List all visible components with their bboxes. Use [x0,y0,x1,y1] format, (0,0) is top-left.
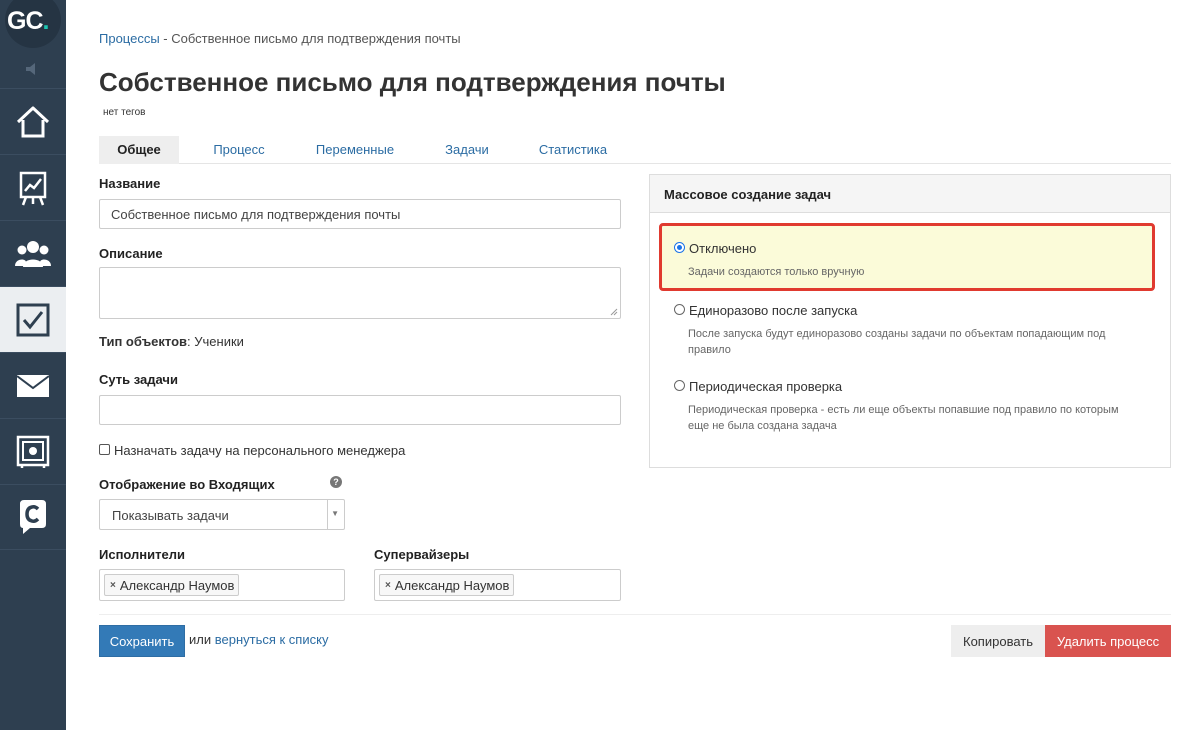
tab-statistics[interactable]: Статистика [533,136,613,164]
inbox-display-value: Показывать задачи [112,508,229,523]
tab-tasks[interactable]: Задачи [436,136,498,164]
safe-icon [16,435,50,468]
help-icon[interactable]: ? [330,476,342,488]
back-to-list-link[interactable]: вернуться к списку [215,632,329,647]
executors-input[interactable]: × Александр Наумов [99,569,345,601]
assign-manager-checkbox[interactable] [99,444,110,455]
logo-text: GC. [7,7,49,35]
breadcrumb-separator: - [159,31,172,46]
logo[interactable]: GC. [0,0,66,50]
chevron-down-icon: ▼ [331,509,339,518]
tab-general[interactable]: Общее [99,136,179,164]
option-disabled-desc: Задачи создаются только вручную [688,266,865,278]
checkbox-icon [16,303,50,336]
chart-board-icon [19,171,47,205]
object-type-label: Тип объектов [99,334,188,349]
panel-title: Массовое создание задач [664,187,832,202]
home-icon [16,106,50,137]
radio-disabled[interactable] [674,242,685,253]
object-type-value: : Ученики [187,334,244,349]
sidebar-item-home[interactable] [0,88,66,154]
resize-grip-icon[interactable] [610,308,618,316]
radio-periodic-check[interactable] [674,380,685,391]
radio-once-after-launch[interactable] [674,304,685,315]
inbox-display-select[interactable]: Показывать задачи ▼ [99,499,345,530]
or-back-row: или вернуться к списку [189,632,328,647]
option-periodic-label[interactable]: Периодическая проверка [689,379,842,394]
sound-icon[interactable] [0,55,66,83]
mass-task-creation-panel: Массовое создание задач Отключено Задачи… [649,174,1171,468]
remove-tag-icon[interactable]: × [385,580,391,591]
option-once-label[interactable]: Единоразово после запуска [689,303,857,318]
sidebar-item-safe[interactable] [0,418,66,484]
inbox-display-label: Отображение во Входящих [99,477,275,492]
supervisors-label: Супервайзеры [374,547,470,562]
page-title: Собственное письмо для подтверждения поч… [99,67,726,97]
tab-variables[interactable]: Переменные [305,136,405,164]
panel-header: Массовое создание задач [650,175,1170,213]
tab-bar: Общее Процесс Переменные Задачи Статисти… [99,136,1171,164]
description-label: Описание [99,246,163,261]
name-input[interactable]: Собственное письмо для подтверждения поч… [99,199,621,229]
description-textarea[interactable] [99,267,621,319]
option-disabled-label[interactable]: Отключено [689,241,756,256]
sidebar-item-tasks[interactable] [0,286,66,352]
name-input-value: Собственное письмо для подтверждения поч… [111,206,401,222]
breadcrumb-current: Собственное письмо для подтверждения поч… [171,31,461,46]
or-text: или [189,632,212,647]
remove-tag-icon[interactable]: × [110,580,116,591]
option-periodic-desc: Периодическая проверка - есть ли еще объ… [688,404,1119,432]
supervisor-tag-label: Александр Наумов [394,577,510,593]
object-type-row: Тип объектов: Ученики [99,334,244,349]
highlight-box [659,223,1155,291]
option-once-desc: После запуска будут единоразово созданы … [688,328,1106,356]
mail-icon [16,374,50,397]
copy-button[interactable]: Копировать [951,625,1045,657]
sidebar-item-mail[interactable] [0,352,66,418]
main-content: Процессы - Собственное письмо для подтве… [99,0,1171,730]
executors-label: Исполнители [99,547,185,562]
delete-process-button[interactable]: Удалить процесс [1045,625,1171,657]
users-icon [15,240,51,267]
form-divider [99,614,1171,615]
sidebar-item-users[interactable] [0,220,66,286]
breadcrumb-link-processes[interactable]: Процессы [99,31,160,46]
executor-tag: × Александр Наумов [104,574,240,596]
chat-c-icon [20,500,46,534]
name-label: Название [99,176,161,191]
sidebar: GC. [0,0,66,730]
task-essence-input[interactable] [99,395,621,425]
supervisors-input[interactable]: × Александр Наумов [374,569,621,601]
save-button[interactable]: Сохранить [99,625,185,657]
executor-tag-label: Александр Наумов [119,577,235,593]
sidebar-item-chat[interactable] [0,484,66,550]
select-separator [327,500,328,529]
breadcrumb: Процессы - Собственное письмо для подтве… [99,31,461,46]
tags-label[interactable]: нет тегов [103,107,145,118]
tab-process[interactable]: Процесс [199,136,279,164]
supervisor-tag: × Александр Наумов [379,574,515,596]
assign-manager-label[interactable]: Назначать задачу на персонального менедж… [114,443,405,458]
task-essence-label: Суть задачи [99,372,178,387]
sidebar-item-analytics[interactable] [0,154,66,220]
